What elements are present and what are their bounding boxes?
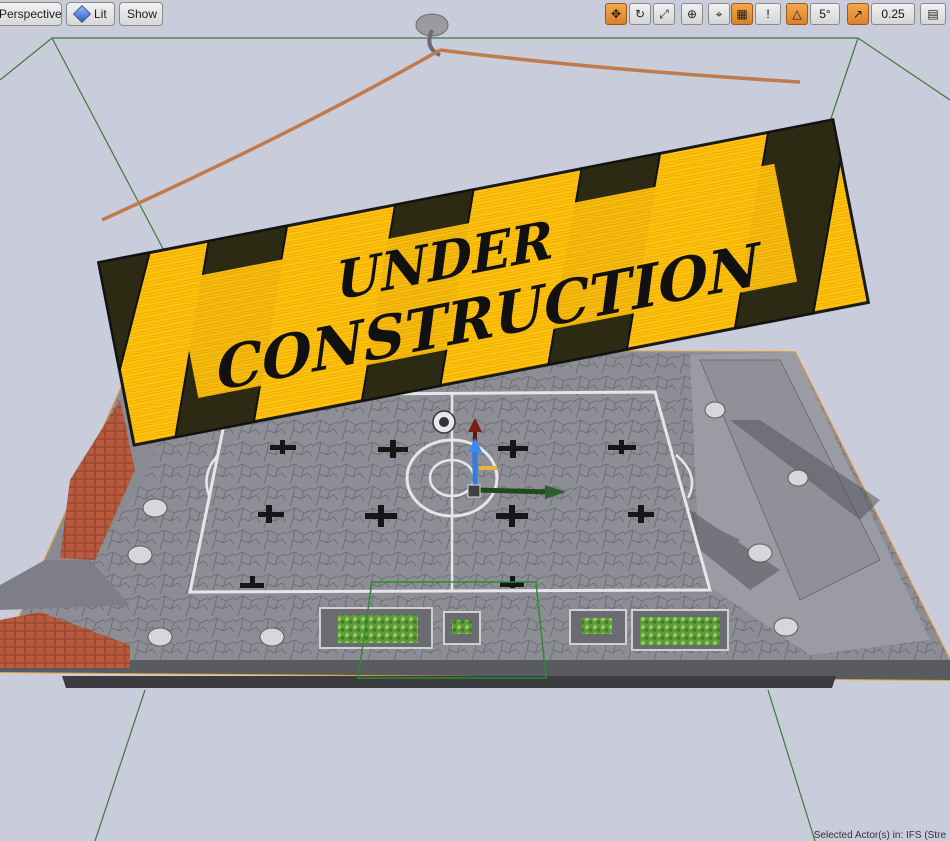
- scale-snap-label: 0.25: [881, 7, 905, 21]
- scale-snap-value[interactable]: 0.25: [871, 3, 915, 25]
- grid-snap-value[interactable]: !: [755, 3, 781, 25]
- rotate-icon[interactable]: ↻: [629, 3, 651, 25]
- scale-arrow-icon[interactable]: ↗: [847, 3, 869, 25]
- rotation-snap-label: 5°: [819, 7, 831, 21]
- camera-speed-icon[interactable]: ▤: [920, 3, 946, 25]
- move-icon[interactable]: ✥: [605, 3, 627, 25]
- lit-sphere-icon: [72, 4, 92, 24]
- scene-render: UNDER CONSTRUCTION: [0, 13, 950, 841]
- show-label: Show: [127, 7, 158, 21]
- status-text: Selected Actor(s) in: IFS (Stre: [813, 830, 946, 841]
- rotation-snap-value[interactable]: 5°: [810, 3, 840, 25]
- level-viewport[interactable]: UNDER CONSTRUCTION: [0, 0, 950, 841]
- view-mode-label: Perspective: [0, 7, 62, 21]
- show-flags-button[interactable]: Show: [119, 2, 163, 26]
- lighting-mode-label: Lit: [94, 7, 107, 21]
- surface-snap-icon[interactable]: ⌖: [708, 3, 730, 25]
- view-mode-button[interactable]: Perspective: [0, 2, 62, 26]
- angle-icon[interactable]: △: [786, 3, 808, 25]
- lighting-mode-button[interactable]: Lit: [66, 2, 115, 26]
- grid-icon[interactable]: ▦: [731, 3, 753, 25]
- globe-icon[interactable]: ⊕: [681, 3, 703, 25]
- scale-icon[interactable]: ⤢: [653, 3, 675, 25]
